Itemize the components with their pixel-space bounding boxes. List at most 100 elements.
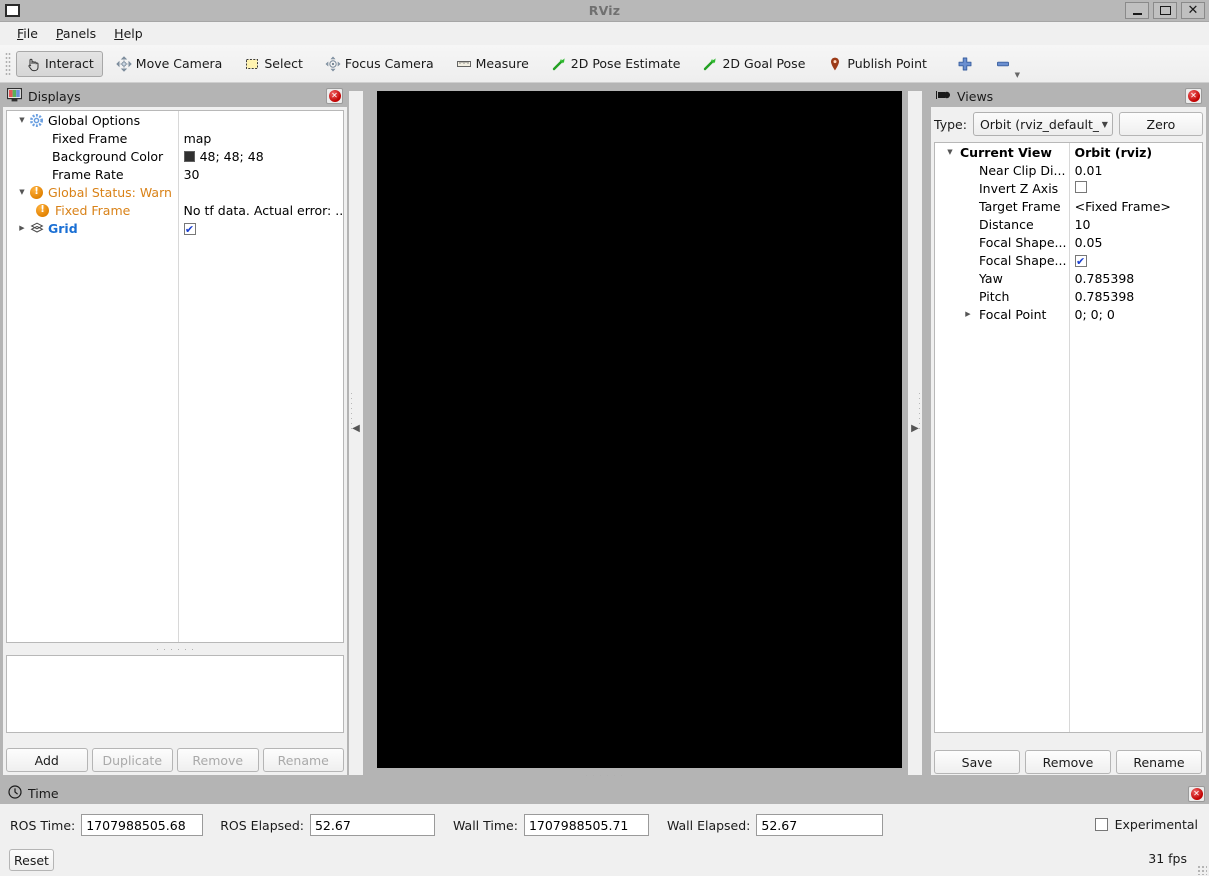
row-label: Distance bbox=[979, 217, 1034, 232]
grid-enabled-checkbox[interactable]: ✔ bbox=[184, 223, 196, 235]
row-label: Focal Point bbox=[979, 307, 1046, 322]
views-panel-close-button[interactable]: ✕ bbox=[1185, 88, 1202, 104]
left-splitter[interactable]: ◀ bbox=[349, 91, 363, 775]
menu-file[interactable]: File bbox=[8, 23, 47, 44]
tool-measure[interactable]: Measure bbox=[447, 51, 538, 77]
row-value[interactable]: 0.785398 bbox=[1069, 289, 1202, 304]
views-button-row: Save Remove Rename bbox=[934, 750, 1203, 774]
add-display-button[interactable]: Add bbox=[6, 748, 88, 772]
remove-view-button[interactable]: Remove bbox=[1025, 750, 1111, 774]
ros-elapsed-field[interactable]: 52.67 bbox=[310, 814, 435, 836]
wall-time-field[interactable]: 1707988505.71 bbox=[524, 814, 649, 836]
views-tree[interactable]: Current View Orbit (rviz) Near Clip Di..… bbox=[934, 142, 1203, 733]
collapse-right-icon[interactable]: ▶ bbox=[911, 423, 919, 434]
table-row[interactable]: Current View Orbit (rviz) bbox=[935, 143, 1202, 161]
displays-button-row: Add Duplicate Remove Rename bbox=[6, 748, 344, 772]
table-row[interactable]: Focal Shape... 0.05 bbox=[935, 233, 1202, 251]
remove-display-button[interactable]: Remove bbox=[177, 748, 259, 772]
row-value[interactable]: 10 bbox=[1069, 217, 1202, 232]
close-button[interactable]: ✕ bbox=[1181, 2, 1205, 19]
displays-tree[interactable]: Global Options Fixed Frame map Backgroun… bbox=[6, 110, 344, 643]
tool-2d-goal-pose[interactable]: 2D Goal Pose bbox=[693, 51, 814, 77]
expand-toggle-global-status[interactable] bbox=[15, 188, 29, 196]
toolbar-grip[interactable] bbox=[5, 52, 11, 76]
tool-select[interactable]: Select bbox=[235, 51, 312, 77]
close-icon: ✕ bbox=[1188, 4, 1199, 17]
displays-horizontal-splitter[interactable] bbox=[6, 645, 344, 653]
save-view-button[interactable]: Save bbox=[934, 750, 1020, 774]
table-row[interactable]: Yaw 0.785398 bbox=[935, 269, 1202, 287]
menu-bar: File Panels Help bbox=[0, 22, 1209, 45]
table-row[interactable]: Fixed Frame map bbox=[7, 129, 343, 147]
tool-2d-pose-estimate[interactable]: 2D Pose Estimate bbox=[542, 51, 690, 77]
rename-display-label: Rename bbox=[278, 753, 329, 768]
row-value[interactable]: 0; 0; 0 bbox=[1069, 307, 1202, 322]
tool-focus-camera[interactable]: Focus Camera bbox=[316, 51, 443, 77]
table-row[interactable]: Near Clip Di... 0.01 bbox=[935, 161, 1202, 179]
tool-move-camera[interactable]: Move Camera bbox=[107, 51, 232, 77]
displays-panel-close-button[interactable]: ✕ bbox=[326, 88, 343, 104]
menu-panels-label: anels bbox=[63, 26, 96, 41]
invert-z-axis-checkbox[interactable] bbox=[1075, 181, 1087, 193]
remove-display-label: Remove bbox=[192, 753, 243, 768]
row-value[interactable]: 0.785398 bbox=[1069, 271, 1202, 286]
expand-toggle-focal-point[interactable] bbox=[961, 310, 975, 318]
expand-toggle-global-options[interactable] bbox=[15, 116, 29, 124]
row-value[interactable]: 48; 48; 48 bbox=[200, 149, 264, 164]
color-swatch[interactable] bbox=[184, 151, 195, 162]
remove-tool-button[interactable]: ▼ bbox=[986, 51, 1020, 77]
row-label: Grid bbox=[48, 221, 78, 236]
table-row[interactable]: ! Fixed Frame No tf data. Actual error: … bbox=[7, 201, 343, 219]
row-value[interactable]: 30 bbox=[178, 167, 343, 182]
tool-interact[interactable]: Interact bbox=[16, 51, 103, 77]
add-tool-button[interactable] bbox=[948, 51, 982, 77]
displays-panel: Displays ✕ Global Options Fixe bbox=[3, 85, 347, 775]
view-type-label: Type: bbox=[934, 117, 967, 132]
row-value[interactable]: 0.05 bbox=[1069, 235, 1202, 250]
rename-display-button[interactable]: Rename bbox=[263, 748, 345, 772]
expand-toggle-current-view[interactable] bbox=[943, 148, 957, 156]
expand-toggle-grid[interactable] bbox=[15, 224, 29, 232]
row-value[interactable]: map bbox=[178, 131, 343, 146]
experimental-checkbox[interactable] bbox=[1095, 818, 1108, 831]
reset-button[interactable]: Reset bbox=[9, 849, 54, 871]
menu-help[interactable]: Help bbox=[105, 23, 152, 44]
minimize-button[interactable] bbox=[1125, 2, 1149, 19]
table-row[interactable]: Frame Rate 30 bbox=[7, 165, 343, 183]
table-row[interactable]: Focal Point 0; 0; 0 bbox=[935, 305, 1202, 323]
rename-view-button[interactable]: Rename bbox=[1116, 750, 1202, 774]
chevron-down-icon[interactable]: ▼ bbox=[1015, 71, 1020, 79]
right-splitter[interactable]: ▶ bbox=[908, 91, 922, 775]
table-row[interactable]: ! Global Status: Warn bbox=[7, 183, 343, 201]
row-label: Background Color bbox=[52, 149, 163, 164]
table-row[interactable]: Target Frame <Fixed Frame> bbox=[935, 197, 1202, 215]
focal-shape-fixed-size-checkbox[interactable]: ✔ bbox=[1075, 255, 1087, 267]
window-resize-grip[interactable] bbox=[1197, 865, 1207, 875]
tool-publish-point-label: Publish Point bbox=[847, 56, 927, 71]
menu-panels[interactable]: Panels bbox=[47, 23, 105, 44]
table-row[interactable]: Focal Shape... ✔ bbox=[935, 251, 1202, 269]
render-view-3d[interactable] bbox=[377, 91, 902, 768]
zero-button[interactable]: Zero bbox=[1119, 112, 1203, 136]
maximize-button[interactable] bbox=[1153, 2, 1177, 19]
tool-publish-point[interactable]: Publish Point bbox=[818, 51, 936, 77]
table-row[interactable]: Global Options bbox=[7, 111, 343, 129]
hand-cursor-icon bbox=[25, 56, 41, 72]
row-value[interactable]: <Fixed Frame> bbox=[1069, 199, 1202, 214]
table-row[interactable]: Invert Z Axis bbox=[935, 179, 1202, 197]
row-value[interactable]: 0.01 bbox=[1069, 163, 1202, 178]
table-row[interactable]: Distance 10 bbox=[935, 215, 1202, 233]
row-label: Fixed Frame bbox=[52, 131, 127, 146]
collapse-left-icon[interactable]: ◀ bbox=[352, 423, 360, 434]
ros-time-field[interactable]: 1707988505.68 bbox=[81, 814, 203, 836]
render-view-bottom-splitter[interactable] bbox=[580, 773, 628, 780]
table-row[interactable]: Background Color 48; 48; 48 bbox=[7, 147, 343, 165]
table-row[interactable]: Pitch 0.785398 bbox=[935, 287, 1202, 305]
tool-interact-label: Interact bbox=[45, 56, 94, 71]
table-row[interactable]: Grid ✔ bbox=[7, 219, 343, 237]
time-panel-close-button[interactable]: ✕ bbox=[1188, 786, 1205, 802]
view-type-combobox[interactable]: Orbit (rviz_default_ ▼ bbox=[973, 112, 1113, 136]
ros-time-label: ROS Time: bbox=[10, 818, 75, 833]
wall-elapsed-field[interactable]: 52.67 bbox=[756, 814, 883, 836]
duplicate-display-button[interactable]: Duplicate bbox=[92, 748, 174, 772]
